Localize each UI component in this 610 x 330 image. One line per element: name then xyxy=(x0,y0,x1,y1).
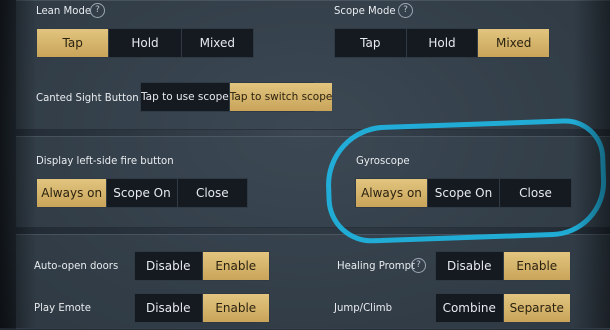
scope-mode-help-icon[interactable]: ? xyxy=(398,3,413,18)
left-fire-option-always-on[interactable]: Always on xyxy=(37,179,108,207)
canted-sight-selector: Tap to use scope Tap to switch scope xyxy=(140,82,333,112)
lean-mode-option-mixed[interactable]: Mixed xyxy=(182,29,253,57)
jump-climb-label: Jump/Climb xyxy=(334,301,393,314)
scope-mode-option-hold[interactable]: Hold xyxy=(407,29,479,57)
auto-open-doors-label: Auto-open doors xyxy=(34,259,119,272)
play-emote-label: Play Emote xyxy=(34,301,91,314)
healing-prompt-selector: Disable Enable xyxy=(435,251,571,281)
canted-sight-option-switch-scope[interactable]: Tap to switch scope xyxy=(229,83,333,111)
jump-climb-selector: Combine Separate xyxy=(435,293,571,323)
play-emote-selector: Disable Enable xyxy=(134,293,270,323)
left-fire-option-scope-on[interactable]: Scope On xyxy=(107,179,178,207)
scope-mode-option-mixed[interactable]: Mixed xyxy=(478,29,550,57)
healing-prompt-label: Healing Prompt xyxy=(337,259,416,272)
play-emote-option-disable[interactable]: Disable xyxy=(135,294,203,322)
lean-mode-selector: Tap Hold Mixed xyxy=(36,28,254,58)
auto-open-doors-selector: Disable Enable xyxy=(134,251,270,281)
auto-open-doors-option-enable[interactable]: Enable xyxy=(202,252,269,280)
left-fire-option-close[interactable]: Close xyxy=(178,179,247,207)
healing-prompt-option-disable[interactable]: Disable xyxy=(436,252,504,280)
auto-open-doors-option-disable[interactable]: Disable xyxy=(135,252,203,280)
lean-mode-label: Lean Mode xyxy=(36,4,92,17)
lean-mode-option-hold[interactable]: Hold xyxy=(109,29,182,57)
annotation-circle xyxy=(324,117,608,245)
canted-sight-option-use-scope[interactable]: Tap to use scope xyxy=(141,83,230,111)
left-fire-selector: Always on Scope On Close xyxy=(36,178,248,208)
scope-mode-selector: Tap Hold Mixed xyxy=(334,28,550,58)
jump-climb-option-combine[interactable]: Combine xyxy=(436,294,504,322)
scope-mode-label: Scope Mode xyxy=(334,4,396,17)
canted-sight-label: Canted Sight Button xyxy=(36,91,139,104)
healing-prompt-option-enable[interactable]: Enable xyxy=(503,252,570,280)
jump-climb-option-separate[interactable]: Separate xyxy=(503,294,570,322)
lean-mode-option-tap[interactable]: Tap xyxy=(37,29,110,57)
healing-prompt-help-icon[interactable]: ? xyxy=(411,258,426,273)
play-emote-option-enable[interactable]: Enable xyxy=(202,294,269,322)
lean-mode-help-icon[interactable]: ? xyxy=(90,3,105,18)
left-fire-label: Display left-side fire button xyxy=(36,154,174,167)
scope-mode-option-tap[interactable]: Tap xyxy=(335,29,407,57)
